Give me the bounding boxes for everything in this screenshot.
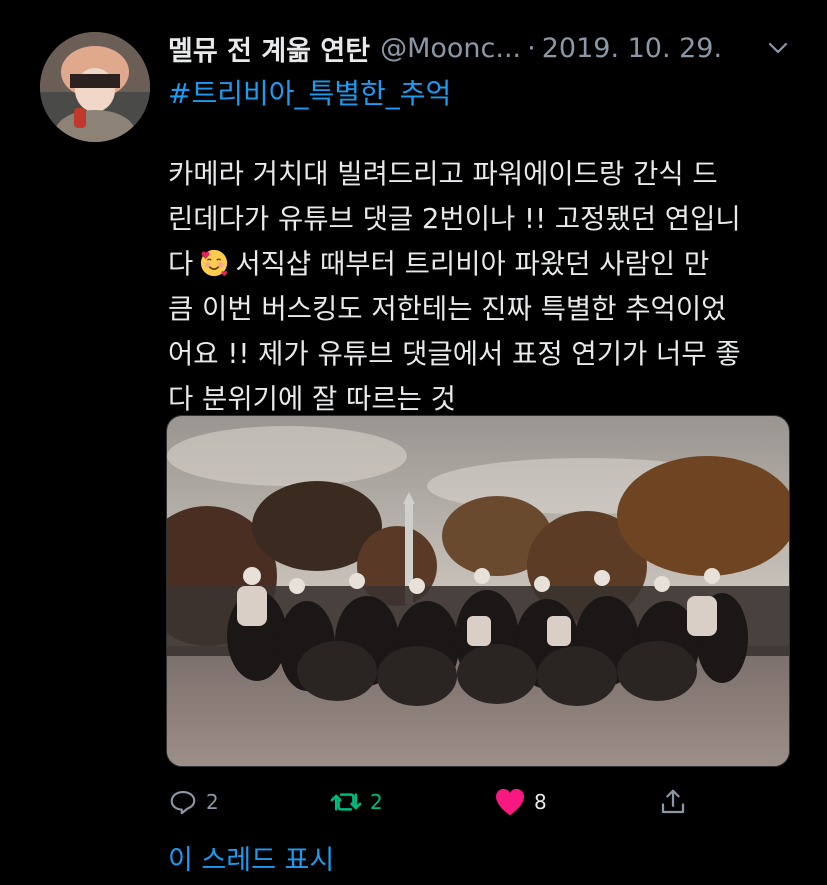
hashtag-link[interactable]: #트리비아_특별한_추억 [168,72,451,112]
retweet-icon [330,793,362,811]
heart-icon [496,788,524,816]
separator: · [527,32,536,64]
tweet-text-fragment: 다 [168,248,194,280]
tweet-text-fragment: 서직샵 때부터 트리비아 파왔던 사람인 만 [235,248,710,280]
tweet-date[interactable]: 2019. 10. 29. [542,33,722,64]
reply-button[interactable]: 2 [168,782,219,822]
show-thread-link[interactable]: 이 스레드 표시 [168,838,334,877]
tweet-text-line: 카메라 거치대 빌려드리고 파워에이드랑 간식 드 [168,158,718,190]
retweet-button[interactable]: 2 [330,782,383,822]
tweet-text-line: 다 서직샵 때부터 트리비아 파왔던 사람인 만 [168,242,790,287]
display-name[interactable]: 멜뮤 전 계옮 연탄 [168,29,370,68]
like-button[interactable]: 8 [494,782,547,822]
avatar-photo [40,32,150,142]
like-count: 8 [534,790,547,814]
tweet-text-line: 린데다가 유튜브 댓글 2번이나 !! 고정됐던 연입니 [168,203,741,235]
avatar[interactable] [40,32,150,142]
tweet: 멜뮤 전 계옮 연탄 @Moonc... · 2019. 10. 29. #트리… [0,0,827,885]
group-photo [167,416,789,766]
chevron-down-icon[interactable] [766,36,790,60]
tweet-media-photo[interactable] [166,415,790,767]
share-icon [661,789,685,814]
share-button[interactable] [658,782,688,822]
retweet-count: 2 [370,790,383,814]
tweet-text-line: 어요 !! 제가 유튜브 댓글에서 표정 연기가 너무 좋 [168,338,741,370]
tweet-actions: 2 2 8 [168,782,728,822]
user-handle[interactable]: @Moonc... [380,33,521,64]
reply-icon [170,790,196,815]
tweet-header: 멜뮤 전 계옮 연탄 @Moonc... · 2019. 10. 29. [168,28,798,68]
tweet-text-line: 큼 이번 버스킹도 저한테는 진짜 특별한 추억이었 [168,293,727,325]
smiling-face-with-hearts-emoji [201,249,228,277]
tweet-text: 카메라 거치대 빌려드리고 파워에이드랑 간식 드 린데다가 유튜브 댓글 2번… [168,152,790,422]
reply-count: 2 [206,790,219,814]
